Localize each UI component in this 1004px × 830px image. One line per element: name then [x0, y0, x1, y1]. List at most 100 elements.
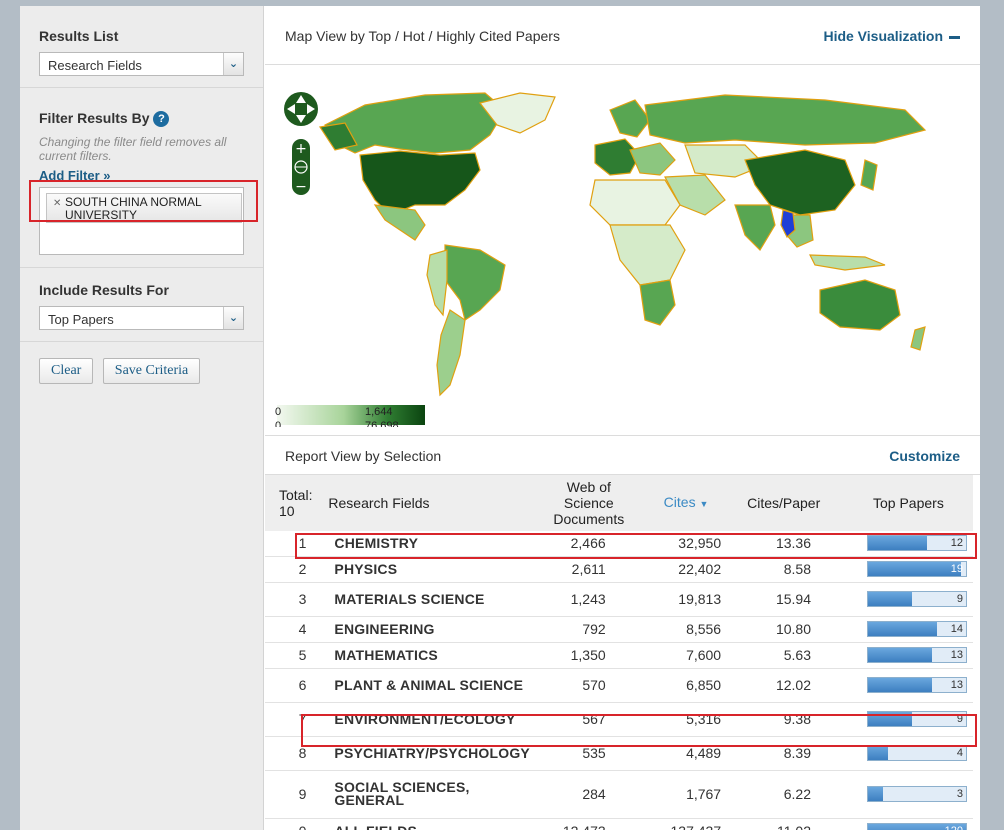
row-cites-per-paper: 11.02 [727, 818, 835, 830]
sidebar: Results List Research Fields ⌄ Filter Re… [20, 6, 264, 830]
row-cites: 22,402 [641, 556, 728, 583]
map-legend-bar [277, 405, 425, 425]
results-list-value: Research Fields [48, 58, 142, 73]
map-new-zealand [910, 326, 926, 351]
row-rank: 0 [265, 818, 323, 830]
row-docs: 284 [535, 770, 642, 819]
map-title: Map View by Top / Hot / Highly Cited Pap… [285, 28, 560, 44]
row-field-link[interactable]: SOCIAL SCIENCES, GENERAL [322, 770, 536, 819]
minus-icon [949, 35, 960, 39]
top-papers-bar-fill [868, 648, 932, 662]
row-rank: 3 [265, 582, 323, 617]
map-africa-south [639, 279, 676, 326]
top-papers-bar[interactable]: 13 [867, 677, 967, 693]
map-japan [860, 159, 878, 191]
row-top-papers: 120 [835, 818, 973, 830]
row-docs: 570 [535, 668, 642, 703]
table-row[interactable]: 2 PHYSICS 2,611 22,402 8.58 19 [265, 556, 973, 583]
world-map[interactable]: + − 0 1,644 0 76,698 [265, 65, 980, 435]
map-andes [426, 249, 448, 317]
row-field-link[interactable]: PLANT & ANIMAL SCIENCE [322, 668, 536, 703]
total-header: Total: 10 [265, 475, 323, 531]
hide-visualization-label: Hide Visualization [823, 28, 943, 44]
customize-link[interactable]: Customize [889, 448, 960, 464]
top-papers-bar-fill [868, 622, 937, 636]
save-criteria-button[interactable]: Save Criteria [102, 358, 201, 384]
row-field-link[interactable]: MATHEMATICS [322, 642, 536, 669]
map-australia [819, 279, 901, 331]
col-research-fields[interactable]: Research Fields [322, 475, 536, 531]
legend-min-2: 0 [275, 420, 282, 427]
chevron-down-icon[interactable]: ⌄ [223, 53, 243, 75]
include-section: Include Results For Top Papers ⌄ [20, 268, 263, 342]
top-papers-bar[interactable]: 14 [867, 621, 967, 637]
legend-max-2: 76,698 [365, 420, 399, 427]
table-header-row: Total: 10 Research Fields Web of Science… [265, 475, 973, 531]
physics-row-highlight [295, 533, 977, 559]
row-top-papers: 13 [835, 642, 973, 669]
top-papers-bar[interactable]: 3 [867, 786, 967, 802]
row-docs: 2,611 [535, 556, 642, 583]
row-field-link[interactable]: ENGINEERING [322, 616, 536, 643]
button-row: Clear Save Criteria [20, 342, 263, 400]
table-row[interactable]: 5 MATHEMATICS 1,350 7,600 5.63 13 [265, 642, 973, 669]
col-top-papers[interactable]: Top Papers [835, 475, 973, 531]
table-body: 1 CHEMISTRY 2,466 32,950 13.36 12 2 PHYSICS 2,61… [265, 531, 973, 830]
map-nav-control[interactable]: + − [283, 83, 323, 198]
map-europe-east [629, 142, 676, 176]
top-papers-bar[interactable]: 19 [867, 561, 967, 577]
top-papers-bar[interactable]: 120 [867, 823, 967, 830]
table-row[interactable]: 3 MATERIALS SCIENCE 1,243 19,813 15.94 9 [265, 582, 973, 617]
col-cites[interactable]: Cites ▼ [641, 475, 728, 531]
legend-max: 1,644 [365, 406, 393, 418]
results-list-label: Results List [39, 28, 119, 44]
map-argentina [436, 309, 466, 397]
hide-visualization-link[interactable]: Hide Visualization [823, 28, 960, 44]
map-russia [644, 94, 927, 146]
chevron-down-icon[interactable]: ⌄ [223, 307, 243, 329]
col-cites-per-paper[interactable]: Cites/Paper [727, 475, 835, 531]
row-cites-per-paper: 5.63 [727, 642, 835, 669]
app-frame: Results List Research Fields ⌄ Filter Re… [20, 6, 980, 830]
row-rank: 5 [265, 642, 323, 669]
top-papers-value: 14 [950, 623, 963, 635]
table-row[interactable]: 4 ENGINEERING 792 8,556 10.80 14 [265, 616, 973, 643]
report-title: Report View by Selection [285, 448, 442, 464]
col-wos-documents[interactable]: Web of Science Documents [535, 475, 642, 531]
row-cites-per-paper: 15.94 [727, 582, 835, 617]
row-cites: 1,767 [641, 770, 728, 819]
top-papers-bar[interactable]: 9 [867, 591, 967, 607]
top-papers-bar-fill [868, 678, 932, 692]
table-row[interactable]: 6 PLANT & ANIMAL SCIENCE 570 6,850 12.02 13 [265, 668, 973, 703]
row-top-papers: 9 [835, 582, 973, 617]
table-row[interactable]: 0ALL FIELDS12,473137,43711.02 120 [265, 818, 973, 830]
row-cites: 6,850 [641, 668, 728, 703]
row-field-link[interactable]: MATERIALS SCIENCE [322, 582, 536, 617]
col-cites-label: Cites [663, 494, 696, 510]
top-papers-bar[interactable]: 13 [867, 647, 967, 663]
help-icon[interactable]: ? [153, 111, 170, 128]
map-brazil [444, 244, 506, 321]
clear-button[interactable]: Clear [39, 358, 94, 384]
row-cites: 137,437 [641, 818, 728, 830]
row-rank: 4 [265, 616, 323, 643]
row-field-link[interactable]: ALL FIELDS [322, 818, 536, 830]
row-docs: 1,243 [535, 582, 642, 617]
world-map-svg[interactable] [265, 65, 980, 435]
top-papers-bar[interactable]: 4 [867, 745, 967, 761]
row-rank: 9 [265, 770, 323, 819]
row-cites: 8,556 [641, 616, 728, 643]
psychiatry-row-highlight [301, 714, 977, 747]
include-value: Top Papers [48, 312, 114, 327]
top-papers-bar-fill [868, 746, 888, 760]
filter-label: Filter Results By? [39, 110, 244, 128]
legend-min: 0 [275, 406, 282, 418]
include-select[interactable]: Top Papers ⌄ [39, 306, 244, 330]
row-cites: 19,813 [641, 582, 728, 617]
table-row[interactable]: 9 SOCIAL SCIENCES, GENERAL 284 1,767 6.22 3 [265, 770, 973, 819]
row-field-link[interactable]: PHYSICS [322, 556, 536, 583]
results-list-select[interactable]: Research Fields ⌄ [39, 52, 244, 76]
include-label: Include Results For [39, 282, 169, 298]
row-top-papers: 14 [835, 616, 973, 643]
total-value: 10 [279, 503, 295, 519]
